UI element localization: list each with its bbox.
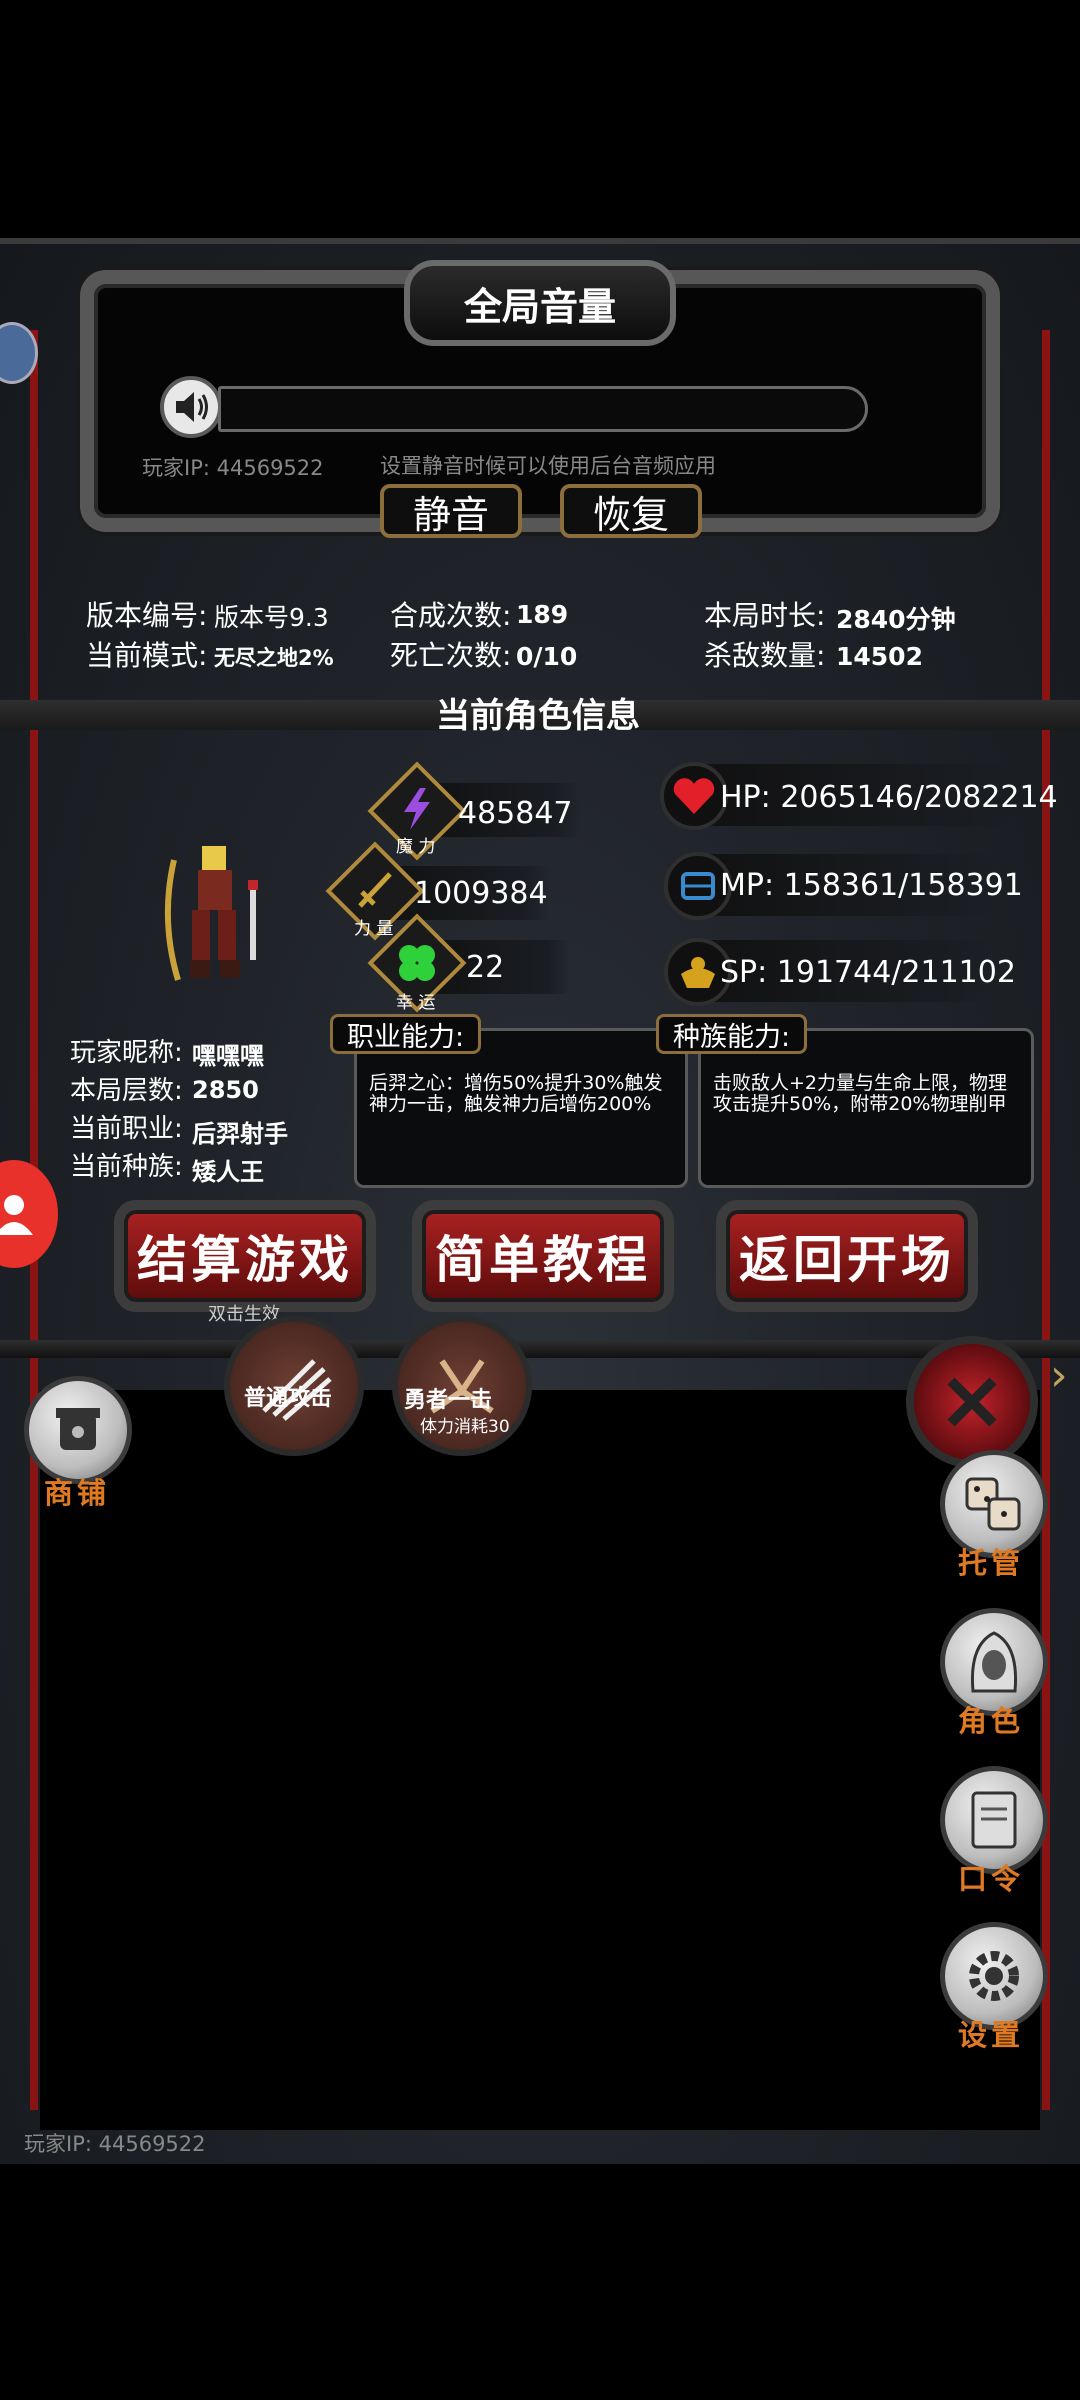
magic-value: 485847 [458, 796, 573, 831]
duration-value: 2840分钟 [836, 605, 956, 634]
brave-strike-cost: 体力消耗30 [420, 1417, 510, 1437]
kills-label: 杀敌数量: [704, 639, 826, 672]
hood-icon [970, 1631, 1018, 1693]
footer-player-ip: 玩家IP: 44569522 [24, 2132, 206, 2156]
return-start-button[interactable]: 返回开场 [716, 1200, 978, 1312]
speaker-icon[interactable] [160, 376, 222, 438]
race-label: 当前种族: [70, 1152, 183, 1182]
nickname-label: 玩家昵称: [70, 1038, 183, 1068]
character-sprite [156, 840, 276, 1010]
heart-icon [660, 762, 728, 830]
code-label: 口令 [958, 1862, 1025, 1896]
duration-label: 本局时长: [704, 599, 826, 632]
character-section-title: 当前角色信息 [436, 696, 640, 736]
nickname-value: 嘿嘿嘿 [192, 1042, 264, 1070]
settle-game-button[interactable]: 结算游戏 [114, 1200, 376, 1312]
gear-icon [969, 1951, 1019, 2001]
version-value: 版本号9.3 [214, 603, 329, 632]
mode-label: 当前模式: [86, 639, 208, 672]
hp-readout: HP: 2065146/2082214 [720, 780, 1058, 815]
book-icon [971, 1791, 1017, 1849]
normal-attack-label: 普通攻击 [244, 1386, 333, 1411]
sword-icon [352, 866, 398, 916]
close-icon [947, 1377, 997, 1427]
floor-label: 本局层数: [70, 1076, 183, 1106]
death-label: 死亡次数: [390, 639, 512, 672]
shop-label: 商铺 [44, 1476, 111, 1510]
race-value: 矮人王 [192, 1158, 264, 1186]
class-value: 后羿射手 [192, 1120, 288, 1148]
strength-value: 1009384 [414, 876, 548, 911]
race-ability-title: 种族能力: [656, 1014, 808, 1054]
chevron-right-icon[interactable]: › [1050, 1350, 1068, 1401]
volume-title: 全局音量 [404, 260, 676, 346]
restore-button[interactable]: 恢复 [560, 484, 702, 538]
shop-button[interactable] [24, 1376, 132, 1484]
lightning-icon [396, 786, 438, 836]
auto-label: 托管 [958, 1546, 1025, 1580]
mode-value: 无尽之地2% [214, 646, 334, 670]
brave-strike-label: 勇者一击 [404, 1388, 493, 1413]
shop-icon [56, 1408, 100, 1450]
luck-value: 22 [466, 950, 505, 985]
death-value: 0/10 [516, 642, 578, 671]
class-label: 当前职业: [70, 1114, 183, 1144]
sp-readout: SP: 191744/211102 [720, 955, 1016, 990]
luck-caption: 幸 运 [396, 993, 436, 1013]
user-icon [0, 1195, 33, 1235]
clover-icon [394, 940, 440, 990]
volume-slider[interactable] [218, 386, 868, 432]
volume-hint: 设置静音时候可以使用后台音频应用 [380, 454, 716, 478]
magic-caption: 魔 力 [396, 837, 436, 857]
game-viewport [40, 1390, 1040, 2130]
tutorial-button[interactable]: 简单教程 [412, 1200, 674, 1312]
mp-readout: MP: 158361/158391 [720, 868, 1023, 903]
version-label: 版本编号: [86, 599, 208, 632]
frame-right-edge [1042, 330, 1050, 2110]
strength-caption: 力 量 [354, 919, 394, 939]
player-ip-label: 玩家IP: 44569522 [142, 456, 324, 480]
settings-label: 设置 [958, 2018, 1025, 2052]
craft-label: 合成次数: [390, 599, 512, 632]
role-label: 角色 [958, 1704, 1025, 1738]
craft-value: 189 [516, 600, 569, 629]
class-ability-title: 职业能力: [330, 1014, 482, 1054]
kills-value: 14502 [836, 642, 923, 671]
mute-button[interactable]: 静音 [380, 484, 522, 538]
close-panel-button[interactable] [906, 1336, 1038, 1468]
divider-bar [0, 1340, 1080, 1358]
dice-icon [965, 1477, 1021, 1531]
floor-value: 2850 [192, 1076, 259, 1104]
